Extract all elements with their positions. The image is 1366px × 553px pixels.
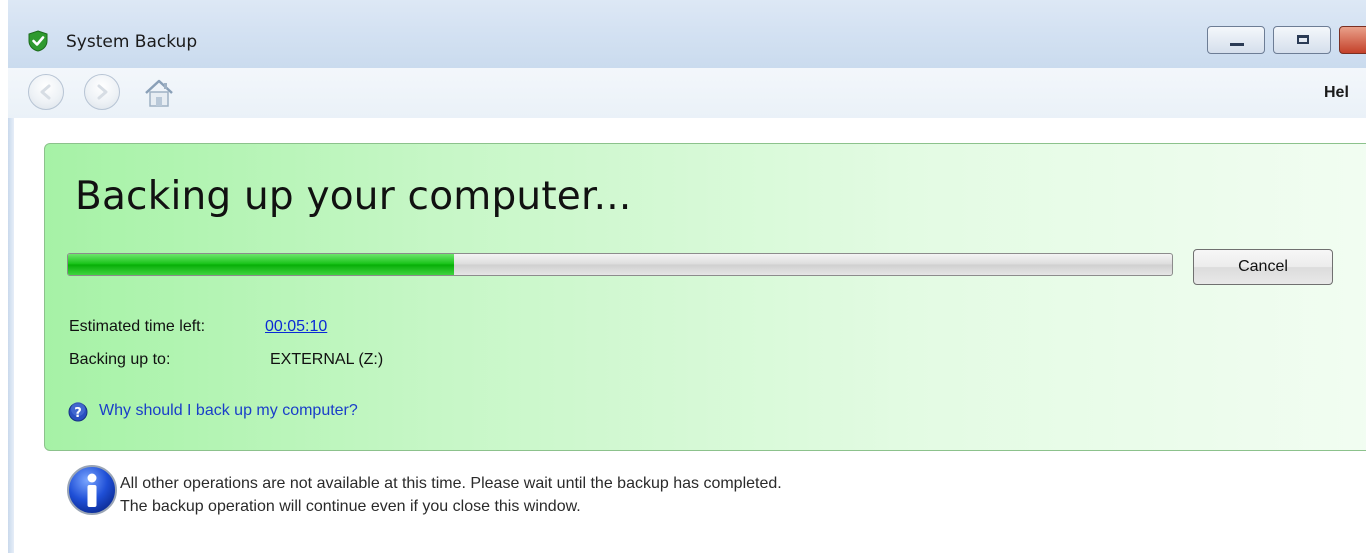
info-message: All other operations are not available a… <box>120 472 782 518</box>
title-bar[interactable]: System Backup <box>8 0 1366 68</box>
why-backup-link[interactable]: Why should I back up my computer? <box>99 402 358 420</box>
forward-arrow-icon <box>97 84 108 100</box>
home-icon[interactable] <box>143 78 175 108</box>
info-message-line-1: All other operations are not available a… <box>120 475 782 492</box>
forward-button[interactable] <box>84 74 120 110</box>
window-title: System Backup <box>66 32 198 52</box>
info-icon <box>67 465 117 515</box>
maximize-icon <box>1297 35 1309 44</box>
minimize-button[interactable] <box>1207 26 1265 54</box>
backup-window: System Backup Hel Backing up your comput… <box>8 0 1366 553</box>
estimated-time-value[interactable]: 00:05:10 <box>265 318 327 336</box>
backup-destination-value: EXTERNAL (Z:) <box>270 351 384 368</box>
green-shield-check-icon <box>28 30 48 52</box>
svg-text:?: ? <box>74 406 82 421</box>
estimated-time-label: Estimated time left: <box>69 318 206 335</box>
backup-progress-panel: Backing up your computer... Cancel Estim… <box>44 143 1366 451</box>
help-link[interactable]: Hel <box>1324 84 1349 102</box>
question-mark-icon[interactable]: ? <box>68 402 88 422</box>
back-button[interactable] <box>28 74 64 110</box>
page-title: Backing up your computer... <box>75 174 632 219</box>
navigation-bar: Hel <box>8 68 1366 118</box>
maximize-button[interactable] <box>1273 26 1331 54</box>
progress-fill <box>68 254 455 275</box>
minimize-icon <box>1230 43 1244 46</box>
back-arrow-icon <box>40 84 51 100</box>
cancel-button[interactable]: Cancel <box>1193 249 1333 285</box>
backup-destination-label: Backing up to: <box>69 351 171 368</box>
close-button[interactable] <box>1339 26 1366 54</box>
info-message-line-2: The backup operation will continue even … <box>120 498 581 515</box>
backup-progress-bar <box>67 253 1173 276</box>
